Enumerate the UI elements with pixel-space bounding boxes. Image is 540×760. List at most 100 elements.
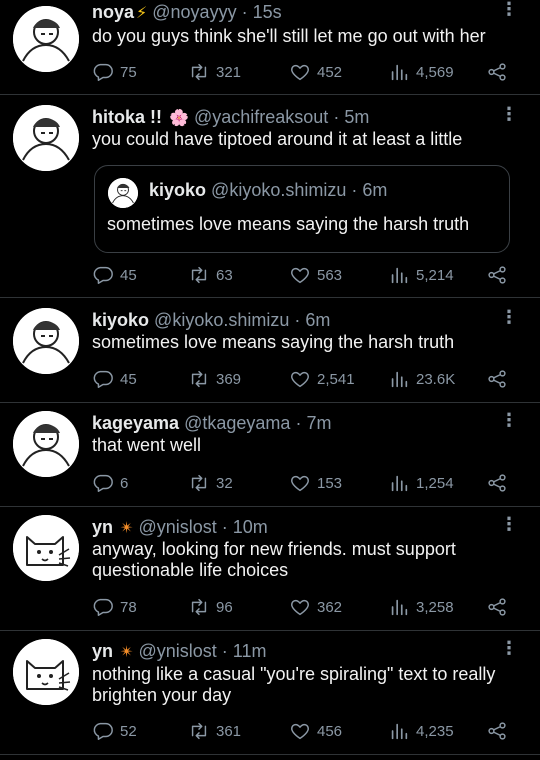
timestamp[interactable]: 11m: [233, 641, 267, 661]
tweet-text: nothing like a casual "you're spiraling"…: [92, 664, 512, 706]
avatar-image: [13, 411, 79, 477]
share-button[interactable]: [486, 264, 508, 286]
more-options-icon[interactable]: ⋮: [500, 639, 518, 657]
retweet-button[interactable]: 369: [188, 368, 241, 390]
views-button[interactable]: 3,258: [388, 596, 454, 618]
avatar[interactable]: [13, 105, 79, 171]
view-count: 4,235: [416, 722, 454, 740]
display-name[interactable]: hitoka !!: [92, 107, 162, 127]
views-icon: [388, 720, 410, 742]
retweet-button[interactable]: 321: [188, 61, 241, 83]
quoted-tweet[interactable]: kiyoko @kiyoko.shimizu · 6m sometimes lo…: [94, 165, 510, 253]
tweet-actions: 6 32 153 1,254: [92, 472, 512, 496]
reply-button[interactable]: 6: [92, 472, 128, 494]
tweet-kageyama[interactable]: kageyama @tkageyama · 7m ⋮ that went wel…: [0, 403, 540, 507]
views-button[interactable]: 23.6K: [388, 368, 455, 390]
retweet-icon: [188, 472, 210, 494]
like-button[interactable]: 153: [289, 472, 342, 494]
share-button[interactable]: [486, 61, 508, 83]
retweet-button[interactable]: 32: [188, 472, 233, 494]
tweet-noya[interactable]: noya ⚡ @noyayyy · 15s ⋮ do you guys think…: [0, 0, 540, 95]
user-handle[interactable]: @tkageyama: [184, 413, 290, 433]
like-button[interactable]: 456: [289, 720, 342, 742]
display-name[interactable]: kageyama: [92, 413, 179, 433]
avatar-image: [13, 515, 79, 581]
reply-count: 52: [120, 722, 137, 740]
user-handle[interactable]: @kiyoko.shimizu: [154, 310, 289, 330]
views-button[interactable]: 4,569: [388, 61, 454, 83]
user-handle[interactable]: @ynislost: [138, 517, 216, 537]
share-button[interactable]: [486, 720, 508, 742]
tweet-actions: 45 63 563 5,214: [92, 264, 512, 288]
user-handle[interactable]: @ynislost: [138, 641, 216, 661]
lightning-emoji: ⚡: [136, 5, 148, 22]
like-button[interactable]: 563: [289, 264, 342, 286]
quote-display-name: kiyoko: [149, 180, 207, 200]
retweet-count: 369: [216, 370, 242, 388]
avatar-image: [13, 308, 79, 374]
tweet-yn-1[interactable]: yn ✴ @ynislost · 10m ⋮ anyway, looking f…: [0, 507, 540, 631]
tweet-hitoka[interactable]: hitoka !! 🌸 @yachifreaksout · 5m ⋮ you c…: [0, 95, 540, 298]
reply-button[interactable]: 45: [92, 264, 137, 286]
avatar[interactable]: [13, 515, 79, 581]
share-button[interactable]: [486, 368, 508, 390]
avatar[interactable]: [13, 308, 79, 374]
like-button[interactable]: 362: [289, 596, 342, 618]
views-button[interactable]: 5,214: [388, 264, 454, 286]
views-icon: [388, 61, 410, 83]
tweet-header: yn ✴ @ynislost · 11m: [92, 641, 500, 662]
share-button[interactable]: [486, 472, 508, 494]
tweet-actions: 45 369 2,541 23.6K: [92, 368, 512, 392]
share-button[interactable]: [486, 596, 508, 618]
display-name[interactable]: noya: [92, 2, 134, 22]
user-handle[interactable]: @yachifreaksout: [194, 107, 328, 127]
retweet-button[interactable]: 361: [188, 720, 241, 742]
sparkle-emoji: ✴: [120, 520, 134, 537]
retweet-count: 96: [216, 598, 233, 616]
display-name[interactable]: yn: [92, 517, 113, 537]
reply-count: 75: [120, 63, 137, 81]
retweet-button[interactable]: 63: [188, 264, 233, 286]
more-options-icon[interactable]: ⋮: [500, 0, 518, 18]
timestamp[interactable]: 5m: [344, 107, 369, 127]
views-button[interactable]: 4,235: [388, 720, 454, 742]
reply-button[interactable]: 75: [92, 61, 137, 83]
more-options-icon[interactable]: ⋮: [500, 515, 518, 533]
avatar[interactable]: [13, 639, 79, 705]
tweet-text-line: questionable life choices: [92, 560, 289, 580]
views-button[interactable]: 1,254: [388, 472, 454, 494]
display-name[interactable]: yn: [92, 641, 113, 661]
avatar-image: [13, 639, 79, 705]
tweet-actions: 52 361 456 4,235: [92, 720, 512, 744]
tweet-text: you could have tiptoed around it at leas…: [92, 129, 463, 149]
like-button[interactable]: 2,541: [289, 368, 355, 390]
more-options-icon[interactable]: ⋮: [500, 105, 518, 123]
tweet-header: kiyoko @kiyoko.shimizu · 6m: [92, 310, 500, 331]
tweet-actions: 75 321 452 4,569: [92, 61, 512, 85]
timestamp[interactable]: 7m: [306, 413, 331, 433]
timestamp[interactable]: 6m: [305, 310, 330, 330]
separator-dot: ·: [333, 107, 340, 127]
reply-button[interactable]: 78: [92, 596, 137, 618]
avatar[interactable]: [13, 411, 79, 477]
share-icon: [486, 472, 508, 494]
avatar-image: [13, 6, 79, 72]
retweet-button[interactable]: 96: [188, 596, 233, 618]
tweet-kiyoko[interactable]: kiyoko @kiyoko.shimizu · 6m ⋮ sometimes …: [0, 298, 540, 403]
timestamp[interactable]: 15s: [253, 2, 282, 22]
reply-button[interactable]: 52: [92, 720, 137, 742]
display-name[interactable]: kiyoko: [92, 310, 149, 330]
share-icon: [486, 61, 508, 83]
like-button[interactable]: 452: [289, 61, 342, 83]
more-options-icon[interactable]: ⋮: [500, 411, 518, 429]
timestamp[interactable]: 10m: [233, 517, 268, 537]
tweet-header: noya ⚡ @noyayyy · 15s: [92, 2, 500, 23]
reply-icon: [92, 264, 114, 286]
tweet-yn-2[interactable]: yn ✴ @ynislost · 11m ⋮ nothing like a ca…: [0, 631, 540, 755]
avatar[interactable]: [13, 6, 79, 72]
more-options-icon[interactable]: ⋮: [500, 308, 518, 326]
tweet-text: do you guys think she'll still let me go…: [92, 26, 486, 46]
user-handle[interactable]: @noyayyy: [152, 2, 236, 22]
retweet-icon: [188, 264, 210, 286]
reply-button[interactable]: 45: [92, 368, 137, 390]
